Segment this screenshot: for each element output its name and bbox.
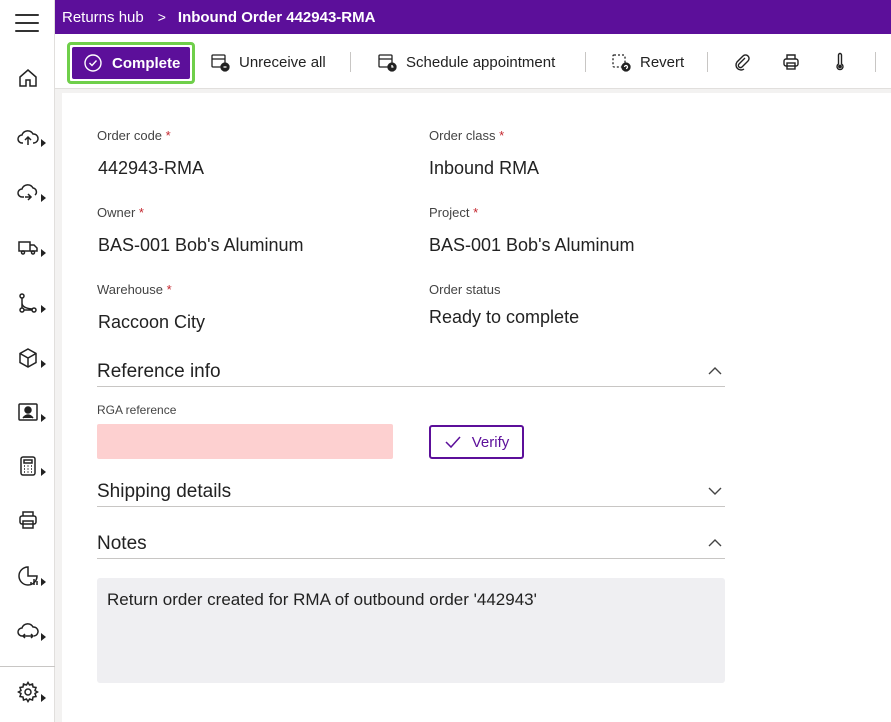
project-label: Project * xyxy=(429,205,479,220)
truck-nav-icon[interactable] xyxy=(0,227,55,267)
order-details-panel: Order code * 442943-RMA Order class * In… xyxy=(62,93,891,722)
toolbar-divider xyxy=(707,52,708,72)
verify-label: Verify xyxy=(471,433,510,451)
left-nav-rail xyxy=(0,0,55,722)
reference-info-section-header[interactable]: Reference info xyxy=(97,357,725,387)
check-circle-icon xyxy=(84,54,102,72)
breadcrumb: Returns hub > Inbound Order 442943-RMA xyxy=(55,0,891,34)
unreceive-all-button[interactable]: Unreceive all xyxy=(210,48,326,76)
revert-button[interactable]: Revert xyxy=(611,48,684,76)
chevron-down-icon[interactable] xyxy=(707,483,723,499)
breadcrumb-returns-hub[interactable]: Returns hub xyxy=(62,9,144,26)
attach-icon[interactable] xyxy=(728,48,756,76)
complete-button-label: Complete xyxy=(112,54,181,72)
revert-icon xyxy=(612,54,631,72)
print-icon[interactable] xyxy=(777,48,805,76)
rga-reference-label: RGA reference xyxy=(97,403,177,417)
schedule-appointment-label: Schedule appointment xyxy=(406,53,556,71)
cloud-transfer-nav-icon[interactable] xyxy=(0,172,55,212)
notes-title: Notes xyxy=(97,533,147,554)
calculator-nav-icon[interactable] xyxy=(0,446,55,486)
toolbar-divider xyxy=(585,52,586,72)
calendar-clock-icon xyxy=(378,54,397,72)
printer-nav-icon[interactable] xyxy=(0,500,55,540)
order-status-label: Order status xyxy=(429,282,501,297)
breadcrumb-chevron-icon: > xyxy=(157,9,166,25)
toolbar-divider xyxy=(875,52,876,72)
schedule-appointment-button[interactable]: Schedule appointment xyxy=(377,48,555,76)
verify-button[interactable]: Verify xyxy=(429,425,524,459)
unreceive-all-label: Unreceive all xyxy=(239,53,326,71)
analytics-nav-icon[interactable] xyxy=(0,556,55,596)
workflow-nav-icon[interactable] xyxy=(0,283,55,323)
order-code-label: Order code * xyxy=(97,128,171,143)
thermometer-icon[interactable] xyxy=(826,48,854,76)
project-value: BAS-001 Bob's Aluminum xyxy=(429,235,635,255)
shipping-details-title: Shipping details xyxy=(97,481,232,502)
order-class-label: Order class * xyxy=(429,128,505,143)
notes-section-header[interactable]: Notes xyxy=(97,529,725,559)
reference-info-title: Reference info xyxy=(97,361,221,382)
warehouse-label: Warehouse * xyxy=(97,282,172,297)
home-nav-icon[interactable] xyxy=(0,58,55,98)
shipping-details-section-header[interactable]: Shipping details xyxy=(97,477,725,507)
toolbar-divider xyxy=(350,52,351,72)
settings-gear-icon[interactable] xyxy=(0,672,55,712)
contact-card-nav-icon[interactable] xyxy=(0,392,55,432)
order-status-value: Ready to complete xyxy=(429,307,580,327)
complete-button[interactable]: Complete xyxy=(67,42,195,84)
owner-value: BAS-001 Bob's Aluminum xyxy=(98,235,304,255)
checkmark-icon xyxy=(445,436,461,449)
notes-textarea[interactable]: Return order created for RMA of outbound… xyxy=(97,578,725,683)
chevron-up-icon[interactable] xyxy=(707,363,723,379)
revert-label: Revert xyxy=(640,53,685,71)
unreceive-icon xyxy=(211,54,230,72)
rail-divider xyxy=(0,666,55,667)
chevron-up-icon[interactable] xyxy=(707,535,723,551)
hamburger-menu-icon[interactable] xyxy=(15,14,39,34)
upload-cloud-nav-icon[interactable] xyxy=(0,117,55,157)
owner-label: Owner * xyxy=(97,205,144,220)
cloud-sync-nav-icon[interactable] xyxy=(0,611,55,651)
package-nav-icon[interactable] xyxy=(0,338,55,378)
command-toolbar: Complete Unreceive all Schedule appointm… xyxy=(55,34,891,89)
page-title: Inbound Order 442943-RMA xyxy=(177,8,376,26)
order-code-value: 442943-RMA xyxy=(98,158,205,178)
warehouse-value: Raccoon City xyxy=(98,312,206,332)
order-class-value: Inbound RMA xyxy=(429,158,540,178)
rga-reference-input[interactable] xyxy=(97,424,393,459)
